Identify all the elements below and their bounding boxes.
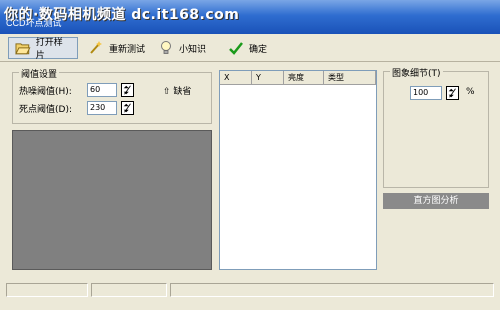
detail-group-label: 图象细节(T) xyxy=(390,66,443,79)
ok-button[interactable]: 确定 xyxy=(222,37,274,59)
column-header-y[interactable]: Y xyxy=(252,71,284,84)
open-sample-button[interactable]: 打开样片 xyxy=(8,37,78,61)
default-icon: ⇧ xyxy=(163,87,171,97)
spinner-arrows-icon xyxy=(123,103,131,113)
dead-threshold-input[interactable]: 230 xyxy=(87,101,117,115)
open-sample-label: 打开样片 xyxy=(35,38,63,61)
lightbulb-icon xyxy=(158,40,174,56)
threshold-group: 阈值设置 热噪阈值(H): 60 ⇧ 缺省 死点阈值(D): 230 xyxy=(12,67,212,124)
hot-threshold-spinner[interactable] xyxy=(121,83,134,97)
hot-threshold-input[interactable]: 60 xyxy=(87,83,117,97)
checkmark-icon xyxy=(228,40,244,56)
spinner-arrows-icon xyxy=(448,88,456,98)
default-label: 缺省 xyxy=(173,87,192,97)
hot-threshold-label: 热噪阈值(H): xyxy=(19,87,72,97)
toolbar: 打开样片 重新测试 小知识 确定 xyxy=(0,34,500,62)
folder-open-icon xyxy=(15,40,31,56)
status-cell-3 xyxy=(170,283,494,297)
status-bar xyxy=(0,281,500,310)
wand-icon xyxy=(88,40,104,56)
tips-button[interactable]: 小知识 xyxy=(152,37,214,59)
dead-threshold-spinner[interactable] xyxy=(121,101,134,115)
default-button[interactable]: ⇧ 缺省 xyxy=(163,84,191,97)
retest-button[interactable]: 重新测试 xyxy=(82,37,152,59)
title-bar: 你的·数码相机频道 dc.it168.com CCD坏点测试 xyxy=(0,0,500,34)
detail-group: 图象细节(T) 100 % xyxy=(383,66,489,188)
column-header-type[interactable]: 类型 xyxy=(324,71,376,84)
status-cell-2 xyxy=(91,283,167,297)
detail-spinner[interactable] xyxy=(446,86,459,100)
spinner-arrows-icon xyxy=(123,85,131,95)
results-table[interactable]: X Y 亮度 类型 xyxy=(219,70,377,270)
window-title: CCD坏点测试 xyxy=(6,18,62,28)
dead-threshold-label: 死点阈值(D): xyxy=(19,105,72,115)
tips-label: 小知识 xyxy=(179,44,207,55)
column-header-brightness[interactable]: 亮度 xyxy=(284,71,324,84)
histogram-analysis-button[interactable]: 直方图分析 xyxy=(383,193,489,209)
column-header-x[interactable]: X xyxy=(220,71,252,84)
table-header: X Y 亮度 类型 xyxy=(220,71,376,85)
ok-label: 确定 xyxy=(249,44,268,55)
image-preview xyxy=(12,130,212,270)
retest-label: 重新测试 xyxy=(109,44,146,55)
threshold-group-label: 阈值设置 xyxy=(19,67,60,80)
detail-unit: % xyxy=(466,87,475,97)
detail-input[interactable]: 100 xyxy=(410,86,442,100)
status-cell-1 xyxy=(6,283,88,297)
